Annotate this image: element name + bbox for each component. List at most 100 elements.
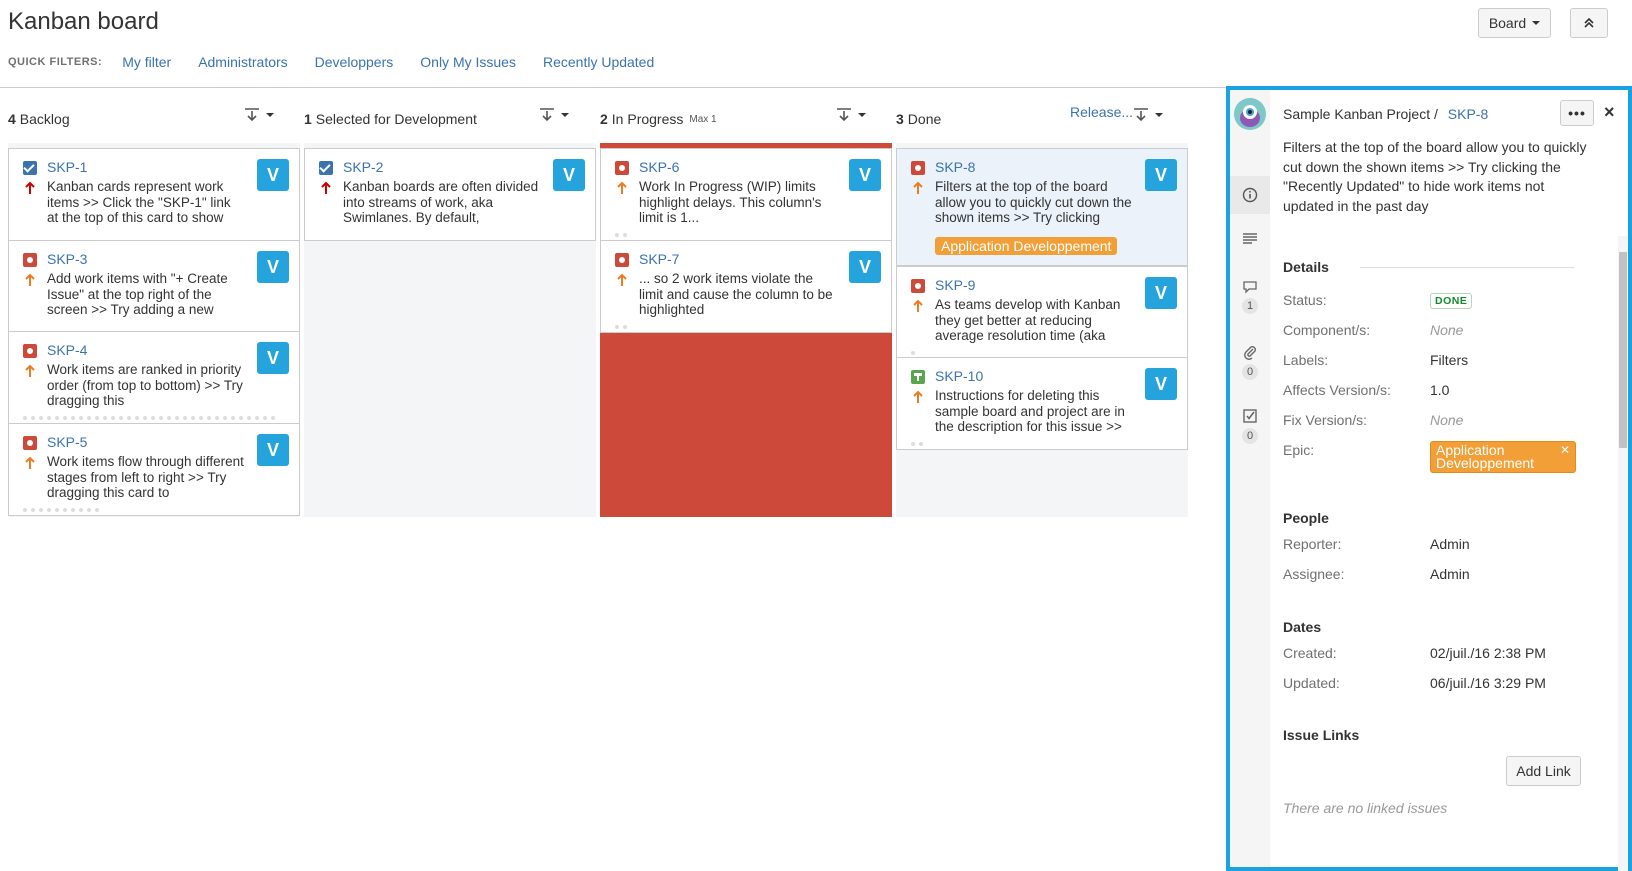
breadcrumb-project[interactable]: Sample Kanban Project (1283, 106, 1430, 122)
fix-version-value[interactable]: None (1430, 412, 1463, 428)
chevron-down-icon (858, 113, 866, 117)
issue-summary[interactable]: Filters at the top of the board allow yo… (1283, 138, 1598, 216)
labels-value[interactable]: Filters (1430, 352, 1468, 368)
more-actions-button[interactable]: ••• (1560, 100, 1594, 126)
bug-icon (23, 344, 37, 358)
assignee-avatar: V (1145, 277, 1177, 309)
quick-filters: QUICK FILTERS: My filter Administrators … (8, 54, 681, 70)
tab-subtasks[interactable]: 0 (1230, 408, 1270, 444)
project-avatar[interactable] (1234, 98, 1266, 130)
download-tray-icon (1134, 108, 1148, 122)
card-summary: Work items are ranked in priority order … (47, 362, 243, 408)
card-key[interactable]: SKP-6 (639, 159, 679, 175)
card-key[interactable]: SKP-8 (935, 159, 975, 175)
page: Kanban board Board QUICK FILTERS: My fil… (0, 0, 1632, 871)
tab-attachments[interactable]: 0 (1230, 344, 1270, 380)
epic-value[interactable]: Application Developpement ✕ (1430, 441, 1576, 473)
chevron-down-icon (1155, 113, 1163, 117)
card-skp-4[interactable]: SKP-4 Work items are ranked in priority … (8, 331, 300, 424)
breadcrumb: Sample Kanban Project / SKP-8 (1283, 106, 1488, 122)
quick-filter-my-filter[interactable]: My filter (122, 54, 171, 70)
detail-scroll-area: Details Status: DONE Component/s: None L… (1270, 236, 1628, 871)
card-skp-1[interactable]: SKP-1 Kanban cards represent work items … (8, 148, 300, 241)
bug-icon (23, 436, 37, 450)
board-menu-button[interactable]: Board (1478, 8, 1551, 38)
component-label: Component/s: (1283, 322, 1371, 338)
bug-icon (911, 279, 925, 293)
column-options-button[interactable] (244, 108, 274, 122)
assignee-avatar: V (553, 159, 585, 191)
assignee-value[interactable]: Admin (1430, 566, 1470, 582)
card-skp-2[interactable]: SKP-2 Kanban boards are often divided in… (304, 148, 596, 241)
card-skp-9[interactable]: SKP-9 As teams develop with Kanban they … (896, 266, 1188, 359)
affects-version-label: Affects Version/s: (1283, 382, 1391, 398)
card-key[interactable]: SKP-5 (47, 434, 87, 450)
download-tray-icon (540, 108, 554, 122)
component-value[interactable]: None (1430, 322, 1463, 338)
card-skp-8[interactable]: SKP-8 Filters at the top of the board al… (896, 148, 1188, 266)
bug-icon (615, 161, 629, 175)
details-rule (1360, 267, 1574, 268)
card-key[interactable]: SKP-1 (47, 159, 87, 175)
column-count: 1 (304, 111, 312, 127)
quick-filter-only-my-issues[interactable]: Only My Issues (420, 54, 516, 70)
tab-details[interactable] (1230, 176, 1270, 214)
card-key[interactable]: SKP-7 (639, 251, 679, 267)
scrollbar[interactable] (1618, 236, 1628, 871)
priority-medium-icon (25, 273, 35, 286)
quick-filter-developpers[interactable]: Developpers (315, 54, 394, 70)
age-dots (615, 233, 627, 237)
header-divider (0, 87, 1226, 88)
card-key[interactable]: SKP-3 (47, 251, 87, 267)
scrollbar-thumb[interactable] (1619, 252, 1627, 448)
quick-filter-administrators[interactable]: Administrators (198, 54, 287, 70)
column-name: Backlog (19, 111, 70, 127)
add-link-button[interactable]: Add Link (1506, 756, 1581, 786)
assignee-avatar: V (257, 342, 289, 374)
release-link[interactable]: Release... (1070, 104, 1133, 120)
assignee-avatar: V (257, 159, 289, 191)
card-key[interactable]: SKP-4 (47, 342, 87, 358)
no-links-message: There are no linked issues (1283, 800, 1448, 816)
column-name: In Progress (611, 111, 684, 127)
remove-epic-icon[interactable]: ✕ (1560, 444, 1570, 457)
affects-version-value[interactable]: 1.0 (1430, 382, 1449, 398)
reporter-value[interactable]: Admin (1430, 536, 1470, 552)
download-tray-icon (837, 108, 851, 122)
column-options-button[interactable] (836, 108, 866, 122)
assignee-avatar: V (257, 251, 289, 283)
card-skp-3[interactable]: SKP-3 Add work items with "+ Create Issu… (8, 240, 300, 333)
description-icon (1243, 233, 1257, 244)
comment-count: 1 (1242, 298, 1258, 314)
card-skp-5[interactable]: SKP-5 Work items flow through different … (8, 423, 300, 516)
card-skp-7[interactable]: SKP-7 ... so 2 work items violate the li… (600, 240, 892, 333)
collapse-header-button[interactable] (1570, 8, 1608, 38)
column-wip-max: Max 1 (689, 113, 717, 125)
card-key[interactable]: SKP-9 (935, 277, 975, 293)
column-header-backlog: 4 Backlog (8, 108, 70, 130)
close-icon[interactable]: × (1604, 102, 1615, 123)
breadcrumb-issue-key[interactable]: SKP-8 (1448, 106, 1488, 122)
column-header-done: 3 Done (896, 108, 941, 130)
tab-description[interactable] (1230, 232, 1270, 246)
attachment-count: 0 (1242, 364, 1258, 380)
column-options-button[interactable] (539, 108, 569, 122)
card-key[interactable]: SKP-10 (935, 368, 983, 384)
card-key[interactable]: SKP-2 (343, 159, 383, 175)
card-skp-6[interactable]: SKP-6 Work In Progress (WIP) limits high… (600, 148, 892, 241)
card-skp-10[interactable]: SKP-10 Instructions for deleting this sa… (896, 357, 1188, 450)
status-badge: DONE (1430, 293, 1473, 309)
column-options-button[interactable] (1133, 108, 1163, 122)
card-summary: Work items flow through different stages… (47, 454, 244, 500)
tab-comments[interactable]: 1 (1230, 280, 1270, 314)
priority-medium-icon (617, 181, 627, 194)
quick-filter-recently-updated[interactable]: Recently Updated (543, 54, 654, 70)
detail-sidebar: 1 0 0 (1230, 90, 1270, 867)
chevron-down-icon (1532, 21, 1541, 25)
age-dots (615, 325, 627, 329)
created-label: Created: (1283, 645, 1337, 661)
card-summary: Add work items with "+ Create Issue" at … (47, 271, 228, 317)
priority-highest-icon (25, 181, 35, 194)
assignee-avatar: V (849, 159, 881, 191)
epic-lozenge: Application Developpement (935, 237, 1118, 255)
